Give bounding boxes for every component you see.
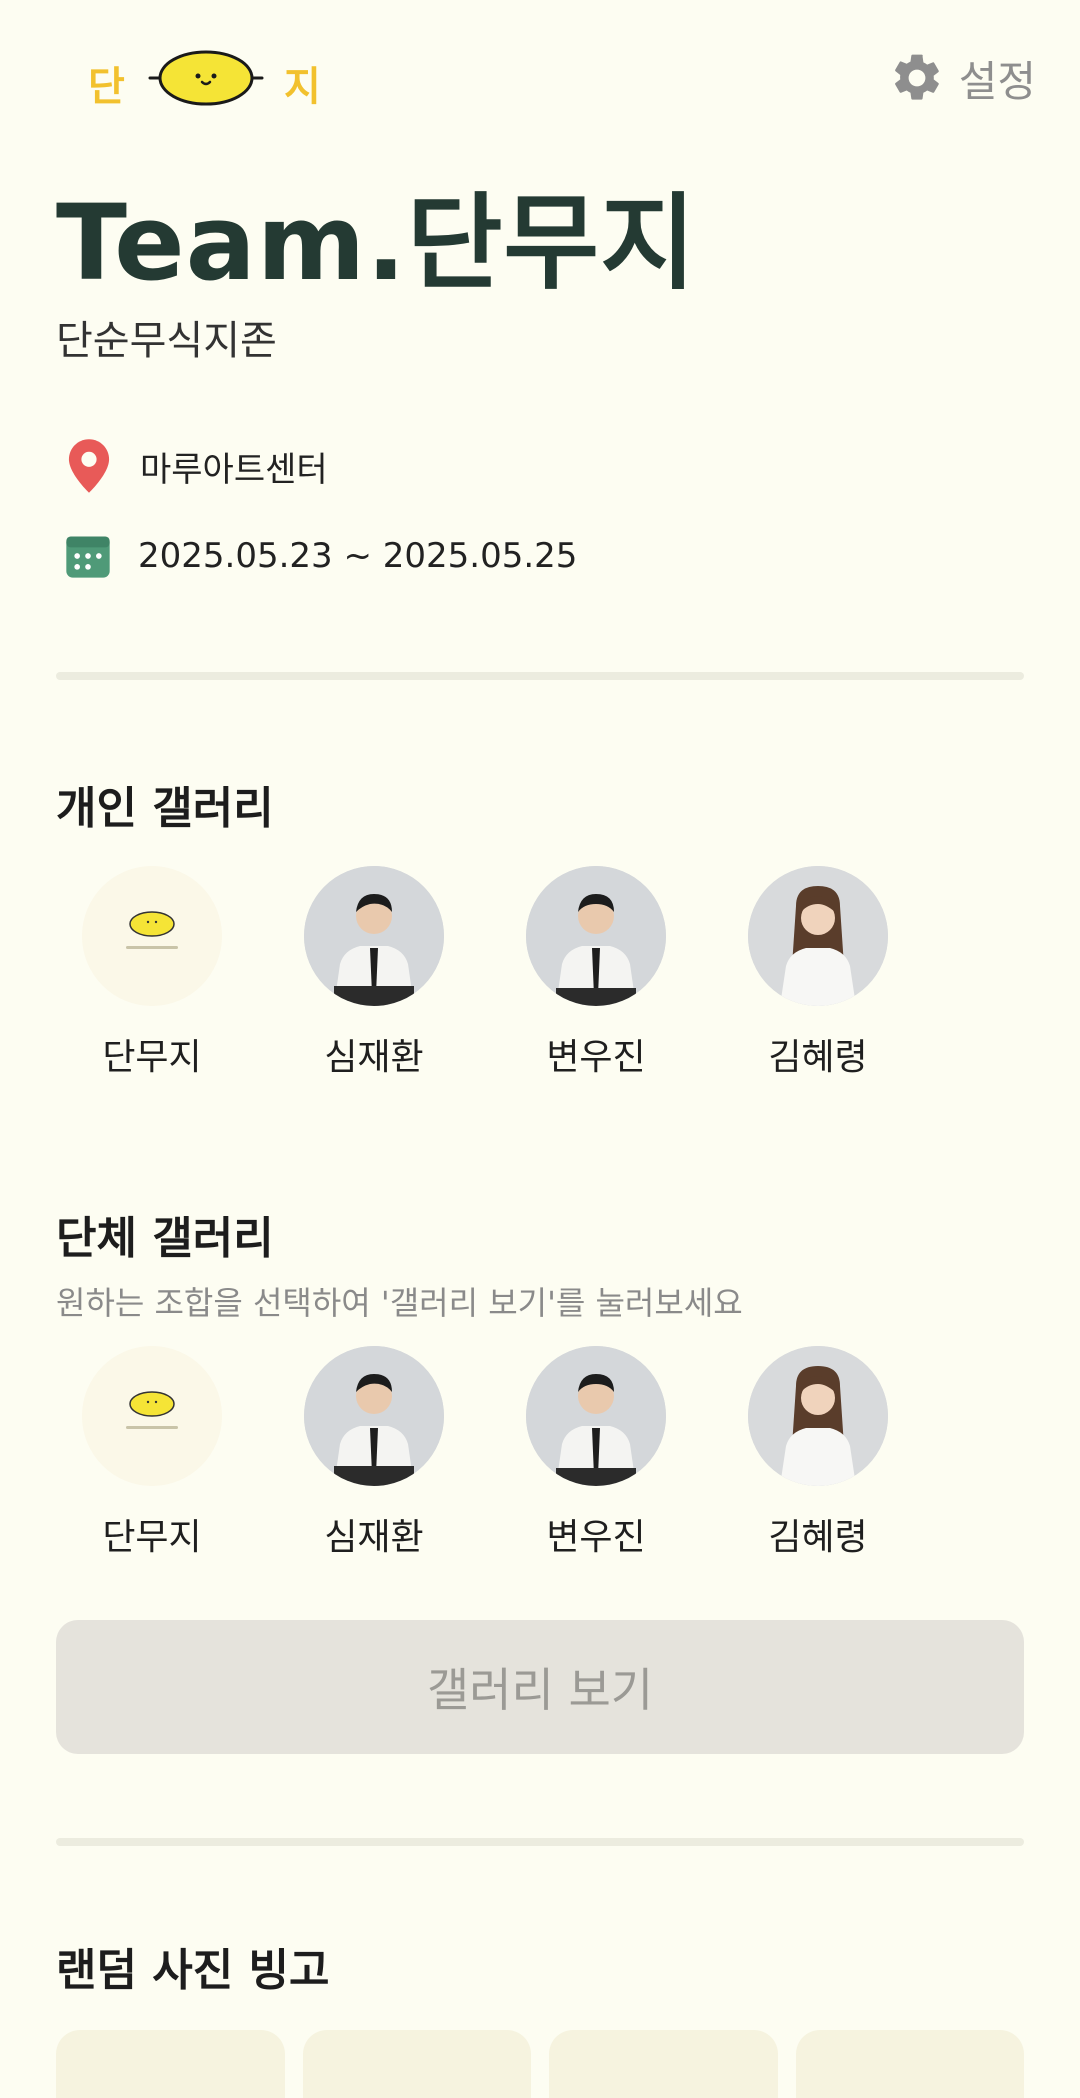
bingo-cell[interactable] [302, 2030, 531, 2098]
member-name: 단무지 [102, 1517, 202, 1558]
bingo-title: 랜덤 사진 빙고 [56, 1945, 330, 1996]
location-row: 마루아트센터 [62, 436, 328, 496]
logo-left-char: 단 [88, 64, 125, 110]
team-title: Team.단무지 [56, 182, 697, 304]
bingo-cell[interactable] [56, 2030, 285, 2098]
settings-label: 설정 [958, 56, 1036, 106]
group-gallery-members: 단무지 심재환 변우진 김혜령 [82, 1346, 962, 1560]
member-photo [304, 866, 444, 1006]
bingo-cell[interactable] [549, 2030, 778, 2098]
member-item[interactable]: 김혜령 [748, 866, 888, 1080]
lemon-mascot-icon [82, 866, 222, 1006]
member-name: 김혜령 [768, 1037, 868, 1078]
person-photo-icon [304, 866, 444, 1006]
member-name: 단무지 [102, 1037, 202, 1078]
lemon-avatar [82, 1346, 222, 1486]
location-pin-icon [68, 439, 110, 493]
person-photo-icon [748, 866, 888, 1006]
member-select-item[interactable]: 심재환 [304, 1346, 444, 1560]
group-gallery-description: 원하는 조합을 선택하여 '갤러리 보기'를 눌러보세요 [56, 1284, 743, 1322]
bingo-cell[interactable] [795, 2030, 1024, 2098]
logo-right-char: 지 [284, 64, 321, 110]
member-item[interactable]: 심재환 [304, 866, 444, 1080]
settings-button[interactable]: 설정 [889, 48, 1036, 108]
group-gallery-title: 단체 갤러리 [56, 1213, 274, 1264]
view-gallery-button[interactable]: 갤러리 보기 [56, 1620, 1024, 1754]
member-item[interactable]: 변우진 [526, 866, 666, 1080]
lemon-avatar [82, 866, 222, 1006]
member-name: 변우진 [546, 1517, 646, 1558]
member-select-item[interactable]: 변우진 [526, 1346, 666, 1560]
member-select-item[interactable]: 김혜령 [748, 1346, 888, 1560]
lemon-mascot-icon [148, 50, 264, 106]
app-logo[interactable]: 단 지 [84, 46, 344, 116]
member-photo [526, 866, 666, 1006]
member-photo [526, 1346, 666, 1486]
app-page: 단 지 설정 Team.단무지 단순무식지존 마루아트센터 2025.05.23… [0, 0, 1080, 2098]
date-row: 2025.05.23 ~ 2025.05.25 [62, 526, 577, 586]
section-divider [56, 672, 1024, 680]
member-photo [304, 1346, 444, 1486]
lemon-mascot-icon [82, 1346, 222, 1486]
member-name: 변우진 [546, 1037, 646, 1078]
bingo-grid [56, 2030, 1024, 2098]
personal-gallery-title: 개인 갤러리 [56, 783, 274, 834]
person-photo-icon [526, 866, 666, 1006]
member-name: 심재환 [324, 1037, 424, 1078]
location-text: 마루아트센터 [140, 449, 328, 490]
date-range-text: 2025.05.23 ~ 2025.05.25 [138, 536, 578, 576]
member-item[interactable]: 단무지 [82, 866, 222, 1080]
member-photo [748, 866, 888, 1006]
member-photo [748, 1346, 888, 1486]
gear-icon [894, 54, 939, 100]
calendar-icon [66, 536, 110, 578]
personal-gallery-members: 단무지 심재환 변우진 김혜령 [82, 866, 962, 1080]
person-photo-icon [304, 1346, 444, 1486]
member-name: 김혜령 [768, 1517, 868, 1558]
top-bar: 단 지 설정 [0, 36, 1080, 126]
person-photo-icon [748, 1346, 888, 1486]
member-select-item[interactable]: 단무지 [82, 1346, 222, 1560]
person-photo-icon [526, 1346, 666, 1486]
member-name: 심재환 [324, 1517, 424, 1558]
team-subtitle: 단순무식지존 [56, 318, 277, 364]
section-divider [56, 1838, 1024, 1846]
